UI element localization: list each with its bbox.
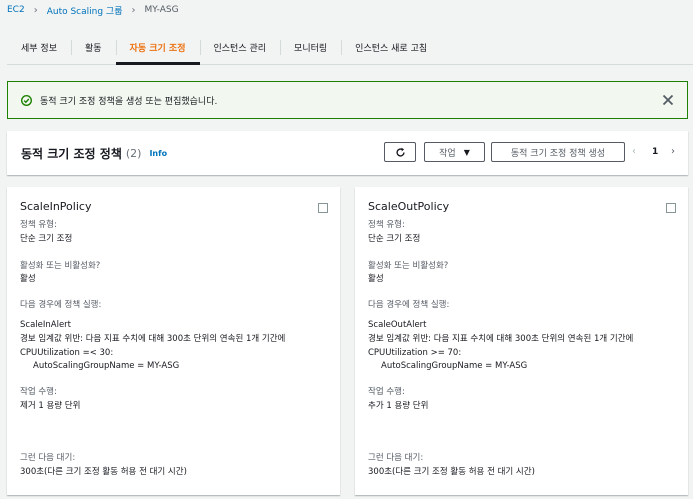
chevron-right-icon[interactable]: › <box>671 145 675 159</box>
policy-select-checkbox[interactable] <box>666 203 676 213</box>
refresh-icon <box>395 147 405 157</box>
action-value: 추가 1 용량 단위 <box>368 401 429 411</box>
breadcrumb-current: MY-ASG <box>144 5 179 15</box>
chevron-left-icon[interactable]: ‹ <box>632 145 636 159</box>
policy-name: ScaleOutPolicy <box>368 200 450 213</box>
page-number[interactable]: 1 <box>652 145 658 159</box>
policy-type-value: 단순 크기 조정 <box>20 234 73 244</box>
breadcrumb-asg-link[interactable]: Auto Scaling 그룹 <box>47 4 123 17</box>
policy-type-value: 단순 크기 조정 <box>368 234 421 244</box>
breadcrumb: EC2 › Auto Scaling 그룹 › MY-ASG <box>7 3 179 17</box>
trigger-label: 다음 경우에 정책 실행: <box>368 300 450 310</box>
tab-monitoring[interactable]: 모니터링 <box>280 31 341 64</box>
tab-activity[interactable]: 활동 <box>70 31 116 64</box>
policy-type-label: 정책 유형: <box>368 220 405 230</box>
actions-button[interactable]: 작업 ▼ <box>424 142 485 162</box>
trigger-label: 다음 경우에 정책 실행: <box>20 300 102 310</box>
wait-value: 300초(다른 크기 조정 활동 허용 전 대기 시간) <box>368 467 535 477</box>
caret-down-icon: ▼ <box>463 147 470 157</box>
policy-card: ScaleOutPolicy 정책 유형: 단순 크기 조정 활성화 또는 비활… <box>355 187 688 495</box>
enabled-label: 활성화 또는 비활성화? <box>368 261 449 271</box>
alarm-name: ScaleInAlert <box>20 320 71 330</box>
alarm-description: 경보 임계값 위반: 다음 지표 수치에 대해 300초 단위의 연속된 1개 … <box>20 334 286 344</box>
info-link[interactable]: Info <box>149 149 167 158</box>
check-circle-icon <box>21 94 32 106</box>
enabled-value: 활성 <box>20 274 36 284</box>
action-value: 제거 1 용량 단위 <box>20 401 81 411</box>
alarm-condition: CPUUtilization >= 70: <box>368 348 462 358</box>
alarm-condition: CPUUtilization =< 30: <box>20 348 114 358</box>
chevron-right-icon: › <box>131 4 136 16</box>
enabled-value: 활성 <box>368 274 384 284</box>
wait-label: 그런 다음 대기: <box>368 453 424 463</box>
wait-label: 그런 다음 대기: <box>20 453 76 463</box>
wait-value: 300초(다른 크기 조정 활동 허용 전 대기 시간) <box>20 467 187 477</box>
policy-name: ScaleInPolicy <box>20 200 92 213</box>
panel-title: 동적 크기 조정 정책 <box>21 146 122 161</box>
policy-card: ScaleInPolicy 정책 유형: 단순 크기 조정 활성화 또는 비활성… <box>7 187 340 495</box>
refresh-button[interactable] <box>384 142 416 162</box>
chevron-right-icon: › <box>33 4 38 16</box>
tab-instance-management[interactable]: 인스턴스 관리 <box>199 31 281 64</box>
action-label: 작업 수행: <box>20 387 57 397</box>
success-flashbar: 동적 크기 조정 정책을 생성 또는 편집했습니다. <box>7 81 688 119</box>
tab-details[interactable]: 세부 정보 <box>7 31 71 64</box>
policy-count: (2) <box>125 146 142 160</box>
action-label: 작업 수행: <box>368 387 405 397</box>
tab-bar: 세부 정보 활동 자동 크기 조정 인스턴스 관리 모니터링 인스턴스 새로 고… <box>7 31 693 65</box>
policy-type-label: 정책 유형: <box>20 220 57 230</box>
actions-label: 작업 <box>439 148 456 159</box>
alarm-name: ScaleOutAlert <box>368 320 427 330</box>
tab-automatic-scaling[interactable]: 자동 크기 조정 <box>115 31 200 65</box>
enabled-label: 활성화 또는 비활성화? <box>20 261 101 271</box>
alarm-dimension: AutoScalingGroupName = MY-ASG <box>33 361 180 371</box>
breadcrumb-ec2-link[interactable]: EC2 <box>7 5 25 15</box>
close-icon[interactable] <box>662 94 674 106</box>
create-dynamic-scaling-policy-button[interactable]: 동적 크기 조정 정책 생성 <box>491 142 625 162</box>
alarm-description: 경보 임계값 위반: 다음 지표 수치에 대해 300초 단위의 연속된 1개 … <box>368 334 634 344</box>
tab-instance-refresh[interactable]: 인스턴스 새로 고침 <box>341 31 441 64</box>
flash-message: 동적 크기 조정 정책을 생성 또는 편집했습니다. <box>40 96 218 107</box>
alarm-dimension: AutoScalingGroupName = MY-ASG <box>381 361 528 371</box>
policy-select-checkbox[interactable] <box>318 203 328 213</box>
